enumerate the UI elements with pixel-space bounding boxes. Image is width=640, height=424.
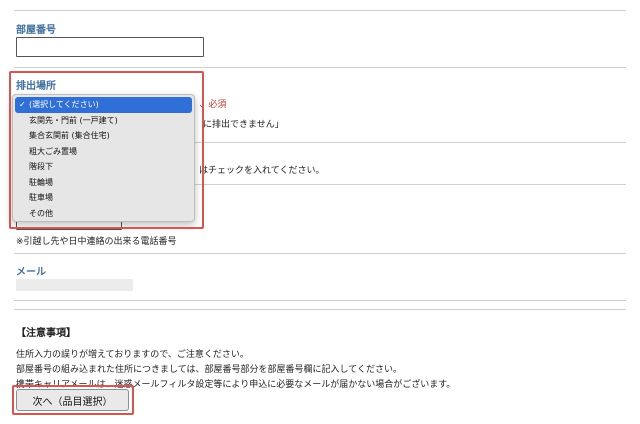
mail-label: メール — [16, 267, 46, 278]
divider — [14, 309, 626, 310]
note-line: 住所入力の誤りが増えておりますので、ご注意ください。 — [16, 350, 249, 360]
top-divider — [14, 10, 626, 11]
checkbox-note: はチェックを入れてください。 — [199, 166, 325, 176]
disposal-note: に排出できません」 — [203, 120, 284, 130]
required-text: 必須 — [208, 100, 227, 110]
disposal-section-highlight — [9, 71, 204, 229]
divider — [14, 67, 626, 68]
divider — [14, 253, 626, 254]
divider — [14, 300, 626, 301]
next-button-highlight — [12, 385, 134, 415]
mail-value-redacted — [16, 279, 133, 291]
notes-title: 【注意事項】 — [16, 328, 76, 339]
room-number-label: 部屋番号 — [16, 25, 56, 36]
room-number-input[interactable] — [16, 37, 204, 57]
phone-note: ※引越し先や日中連絡の出来る電話番号 — [16, 237, 177, 247]
note-line: 部屋番号の組み込まれた住所につきましては、部屋番号部分を部屋番号欄に記入してくだ… — [16, 365, 403, 375]
